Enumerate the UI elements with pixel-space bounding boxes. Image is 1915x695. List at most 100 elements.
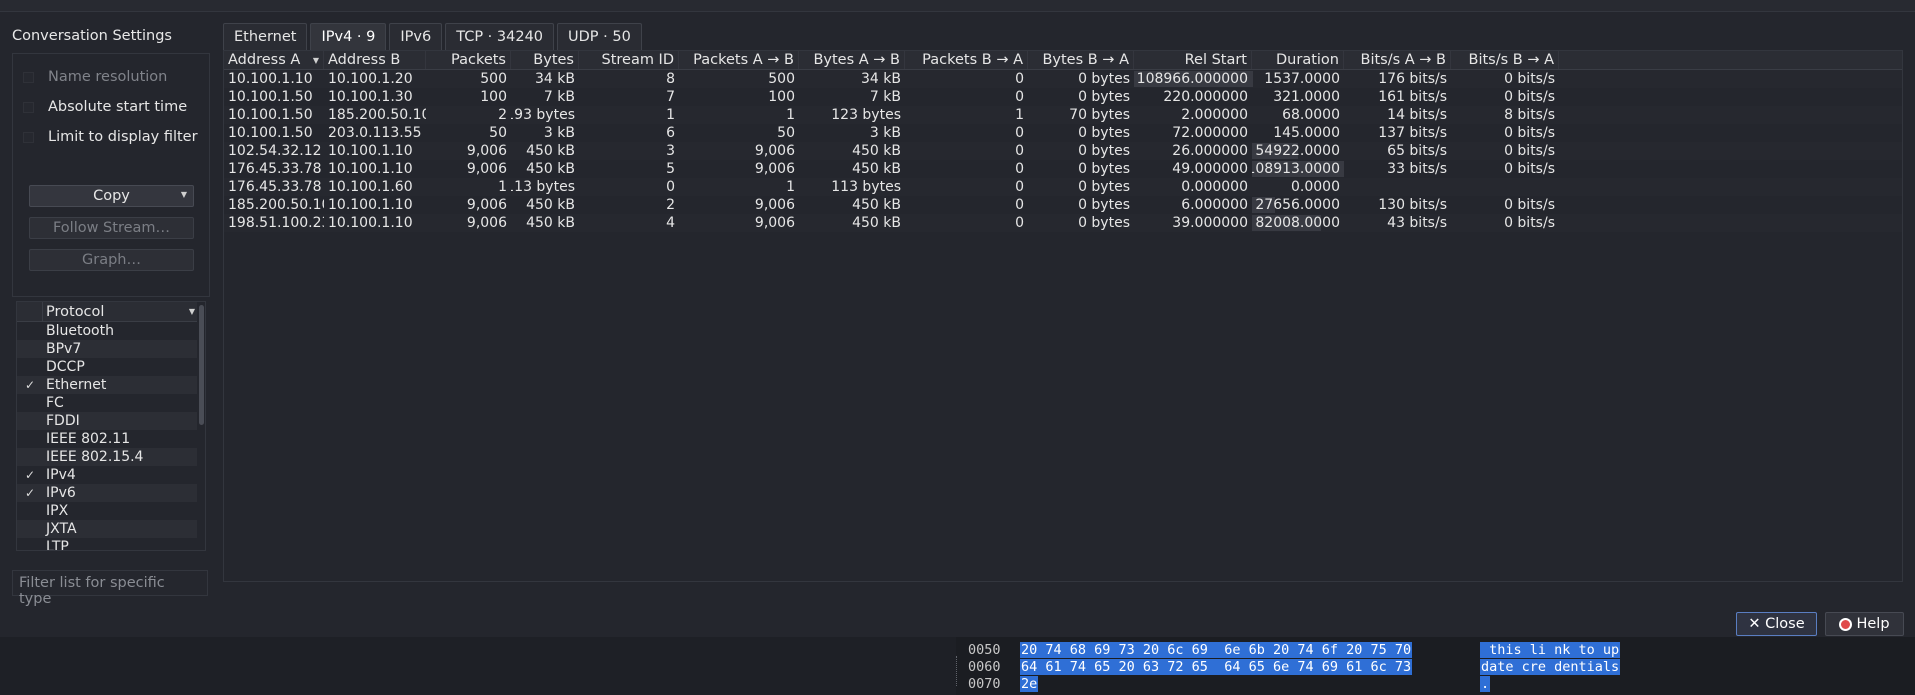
name-resolution-option[interactable]: Name resolution xyxy=(23,62,199,92)
protocol-checkbox[interactable] xyxy=(17,340,43,358)
cell-text: 130 bits/s xyxy=(1378,197,1447,213)
close-button[interactable]: ✕ Close xyxy=(1736,612,1817,636)
cell-address-a: 185.200.50.10 xyxy=(224,196,324,214)
cell-bytes-b-a: 0 bytes xyxy=(1028,70,1134,88)
column-header-rel-start[interactable]: Rel Start xyxy=(1134,51,1252,69)
protocol-checkbox[interactable] xyxy=(17,448,43,466)
cell-text: 34 kB xyxy=(861,71,901,87)
cell-bits-b-a: 8 bits/s xyxy=(1451,106,1559,124)
cell-text: 0 bytes xyxy=(1078,161,1130,177)
tab-ipv6[interactable]: IPv6 xyxy=(389,23,443,50)
hex-line[interactable]: 0070 2e. xyxy=(956,675,1915,692)
protocol-checkbox[interactable] xyxy=(17,394,43,412)
column-header-packets[interactable]: Packets xyxy=(426,51,511,69)
protocol-list-item[interactable]: LTP xyxy=(17,538,205,550)
protocol-list-item[interactable]: ✓ Ethernet xyxy=(17,376,205,394)
protocol-scrollbar[interactable] xyxy=(197,302,205,550)
column-header-bytes-a-b[interactable]: Bytes A → B xyxy=(799,51,905,69)
tab-ethernet[interactable]: Ethernet xyxy=(223,23,308,50)
protocol-list-item[interactable]: IEEE 802.15.4 xyxy=(17,448,205,466)
hex-line[interactable]: 0060 64 61 74 65 20 63 72 65 64 65 6e 74 … xyxy=(956,658,1915,675)
conversation-table[interactable]: Address A ▼ Address B Packets Bytes Stre… xyxy=(223,50,1903,582)
protocol-list-item[interactable]: DCCP xyxy=(17,358,205,376)
checkmark-icon[interactable]: ✓ xyxy=(17,376,43,394)
table-row[interactable]: 10.100.1.50 10.100.1.30 100 7 kB 7 100 7 kB 0 0 … xyxy=(224,88,1902,106)
protocol-checkbox[interactable] xyxy=(17,538,43,550)
table-row[interactable]: 10.100.1.50 203.0.113.55 50 3 kB 6 50 3 kB 0 0 b… xyxy=(224,124,1902,142)
cell-bits-b-a xyxy=(1451,178,1559,196)
follow-stream-button[interactable]: Follow Stream… xyxy=(29,217,194,239)
protocol-name: FDDI xyxy=(46,413,80,429)
graph-button[interactable]: Graph… xyxy=(29,249,194,271)
column-header-bytes-b-a[interactable]: Bytes B → A xyxy=(1028,51,1134,69)
protocol-list-item[interactable]: ✓ IPv4 xyxy=(17,466,205,484)
protocol-list-item[interactable]: ✓ IPv6 xyxy=(17,484,205,502)
cell-text: 1 xyxy=(666,107,675,123)
protocol-checkbox[interactable] xyxy=(17,502,43,520)
protocol-checkbox[interactable] xyxy=(17,520,43,538)
cell-bytes-a-b: 450 kB xyxy=(799,160,905,178)
table-row[interactable]: 10.100.1.10 10.100.1.20 500 34 kB 8 500 34 kB 0… xyxy=(224,70,1902,88)
protocol-filter-input[interactable]: Filter list for specific type xyxy=(12,570,208,607)
limit-to-display-filter-checkbox[interactable] xyxy=(23,131,34,143)
cell-packets-a-b: 9,006 xyxy=(679,142,799,160)
tab-tcp[interactable]: TCP · 34240 xyxy=(445,23,555,50)
protocol-list-item[interactable]: Bluetooth xyxy=(17,322,205,340)
copy-button[interactable]: Copy ▼ xyxy=(29,185,194,207)
tab-ipv4[interactable]: IPv4 · 9 xyxy=(310,23,387,50)
packet-bytes-pane[interactable]: 0050 20 74 68 69 73 20 6c 69 6e 6b 20 74 … xyxy=(956,637,1915,695)
limit-to-display-filter-option[interactable]: Limit to display filter xyxy=(23,122,199,152)
protocol-list[interactable]: Protocol ▼ Bluetooth BPv7 DCCP ✓ Ethernet FC F… xyxy=(16,301,206,551)
checkmark-icon[interactable]: ✓ xyxy=(17,466,43,484)
table-row[interactable]: 102.54.32.12 10.100.1.10 9,006 450 kB 3 9,006… xyxy=(224,142,1902,160)
cell-packets-b-a: 0 xyxy=(905,142,1028,160)
protocol-list-item[interactable]: FDDI xyxy=(17,412,205,430)
cell-text: 9,006 xyxy=(754,215,795,231)
cell-text: 68.0000 xyxy=(1282,107,1340,123)
protocol-list-item[interactable]: FC xyxy=(17,394,205,412)
protocol-list-header[interactable]: Protocol ▼ xyxy=(17,302,205,322)
left-panel: Conversation Settings Name resolution Ab… xyxy=(12,28,210,297)
help-button[interactable]: Help xyxy=(1825,612,1904,636)
checkmark-icon[interactable]: ✓ xyxy=(17,484,43,502)
cell-text: 450 kB xyxy=(526,197,575,213)
table-row[interactable]: 176.45.33.78 10.100.1.60 1 113 bytes 0 1 113 b… xyxy=(224,178,1902,196)
protocol-checkbox[interactable] xyxy=(17,412,43,430)
cell-bits-b-a: 0 bits/s xyxy=(1451,70,1559,88)
protocol-name: Ethernet xyxy=(46,377,107,393)
protocol-list-item[interactable]: IEEE 802.11 xyxy=(17,430,205,448)
tab-udp[interactable]: UDP · 50 xyxy=(557,23,642,50)
hex-line[interactable]: 0050 20 74 68 69 73 20 6c 69 6e 6b 20 74 … xyxy=(956,641,1915,658)
table-row[interactable]: 185.200.50.10 10.100.1.10 9,006 450 kB 2 9,00… xyxy=(224,196,1902,214)
pane-splitter-handle[interactable] xyxy=(956,656,958,686)
column-header-stream-id[interactable]: Stream ID xyxy=(579,51,679,69)
column-header-duration[interactable]: Duration xyxy=(1252,51,1344,69)
protocol-list-item[interactable]: BPv7 xyxy=(17,340,205,358)
column-header-address-a[interactable]: Address A ▼ xyxy=(224,51,324,69)
cell-text: 113 bytes xyxy=(511,179,575,195)
cell-packets-b-a: 0 xyxy=(905,214,1028,232)
column-header-packets-a-b[interactable]: Packets A → B xyxy=(679,51,799,69)
name-resolution-checkbox[interactable] xyxy=(23,71,34,83)
table-row[interactable]: 198.51.100.23 10.100.1.10 9,006 450 kB 4 9,00… xyxy=(224,214,1902,232)
protocol-list-item[interactable]: IPX xyxy=(17,502,205,520)
column-header-address-b[interactable]: Address B xyxy=(324,51,426,69)
table-row[interactable]: 176.45.33.78 10.100.1.10 9,006 450 kB 5 9,006… xyxy=(224,160,1902,178)
column-header-bits-a-b[interactable]: Bits/s A → B xyxy=(1344,51,1451,69)
cell-duration: 108913.0000 xyxy=(1252,160,1344,178)
top-bar xyxy=(0,0,1915,12)
protocol-checkbox[interactable] xyxy=(17,358,43,376)
limit-to-display-filter-label: Limit to display filter xyxy=(48,129,198,145)
absolute-start-time-checkbox[interactable] xyxy=(23,101,34,113)
column-header-packets-b-a[interactable]: Packets B → A xyxy=(905,51,1028,69)
column-header-bits-b-a[interactable]: Bits/s B → A xyxy=(1451,51,1559,69)
protocol-checkbox[interactable] xyxy=(17,322,43,340)
table-row[interactable]: 10.100.1.50 185.200.50.10 2 193 bytes 1 1 123 … xyxy=(224,106,1902,124)
protocol-list-item[interactable]: JXTA xyxy=(17,520,205,538)
cell-text: 2 xyxy=(666,197,675,213)
column-header-bytes[interactable]: Bytes xyxy=(511,51,579,69)
cell-text: 0 xyxy=(1015,89,1024,105)
protocol-scrollbar-thumb[interactable] xyxy=(199,305,204,425)
protocol-checkbox[interactable] xyxy=(17,430,43,448)
absolute-start-time-option[interactable]: Absolute start time xyxy=(23,92,199,122)
